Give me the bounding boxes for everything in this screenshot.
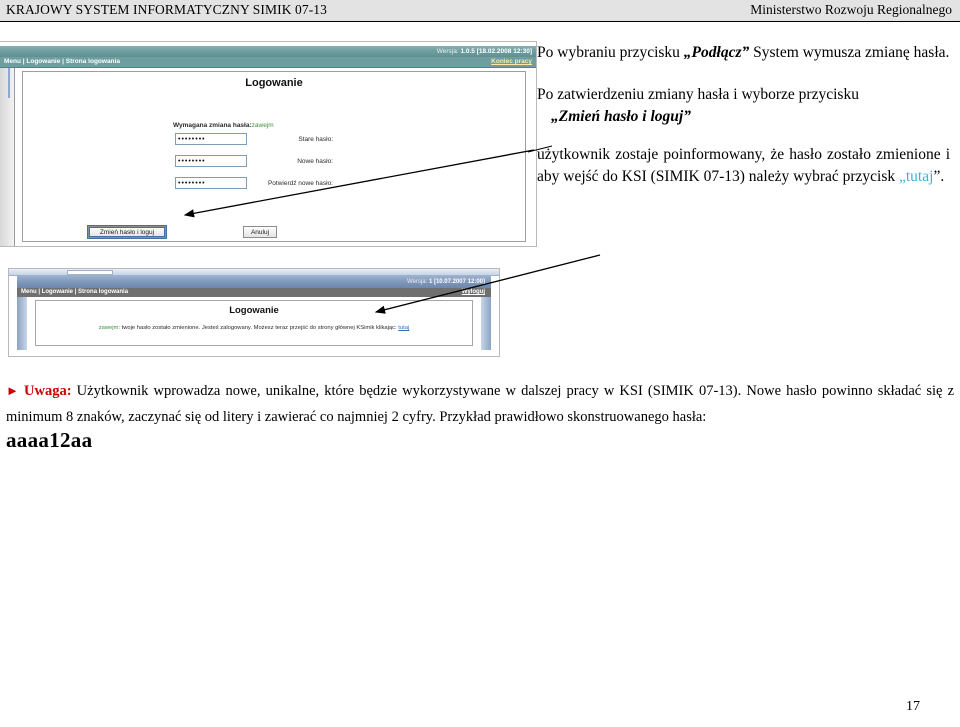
uwaga-note: ► Uwaga: Użytkownik wprowadza nowe, unik… [6,378,954,430]
required-change-note: Wymagana zmiana hasła:zawejm [173,122,274,129]
paragraph-user-informed-post: ”. [933,168,945,185]
shot2-version-label: Wersja: [407,279,428,285]
screenshot-login-confirmation: Wersja: 1 [10.07.2007 12:00] Menu | Logo… [8,268,500,357]
message-username: zawejm [98,325,119,331]
form-row-old-password: Stare hasło: •••••••• [23,133,525,147]
page-number: 17 [906,699,920,714]
document-running-header: KRAJOWY SYSTEM INFORMATYCZNY SIMIK 07-13… [0,0,960,22]
shot1-version-value: 1.0.5 [18.02.2008 12:30] [460,48,532,55]
shot1-version-bar: Wersja: 1.0.5 [18.02.2008 12:30] [0,46,536,57]
shot2-right-scrollbar[interactable] [481,297,491,350]
paragraph-tutaj-link[interactable]: „tutaj [899,168,933,185]
form-row-new-password: Nowe hasło: •••••••• [23,155,525,169]
paragraph-after-confirm: Po zatwierdzeniu zmiany hasła i wyborze … [537,86,859,103]
shot2-version-value: 1 [10.07.2007 12:00] [428,279,485,285]
uwaga-label: Uwaga: [24,383,72,399]
shot1-logout-link[interactable]: Koniec pracy [491,57,532,67]
change-password-and-login-button[interactable]: Zmień hasło i loguj [87,225,167,239]
shot1-content-panel: Logowanie Wymagana zmiana hasła:zawejm S… [22,71,526,242]
shot1-version-text: Wersja: 1.0.5 [18.02.2008 12:30] [437,46,532,57]
shot2-title-bar: Wersja: 1 [10.07.2007 12:00] [17,276,491,288]
shot2-breadcrumb[interactable]: Menu | Logowanie | Strona logowania [21,288,128,297]
shot1-sidebar [0,68,15,246]
new-password-label: Nowe hasło: [297,158,333,165]
shot1-version-label: Wersja: [436,48,459,55]
body-text-column: Po wybraniu przycisku „Podłącz” System w… [537,42,950,188]
screenshot-password-change: Wersja: 1.0.5 [18.02.2008 12:30] Menu | … [0,41,537,247]
confirm-password-input[interactable]: •••••••• [175,177,247,189]
header-ministry-name: Ministerstwo Rozwoju Regionalnego [750,2,952,17]
paragraph-podlacz-emphasis: „Podłącz” [683,44,750,61]
confirm-password-label: Potwierdź nowe hasło: [267,180,333,187]
paragraph-spacer-2 [537,128,950,144]
required-change-user: zawejm [251,122,274,129]
shot1-nav-bar: Menu | Logowanie | Strona logowania Koni… [0,57,536,68]
old-password-input[interactable]: •••••••• [175,133,247,145]
paragraph-user-informed: użytkownik zostaje poinformowany, że has… [537,144,950,188]
message-here-link[interactable]: tutaj [398,325,409,331]
shot1-page-title: Logowanie [245,77,303,89]
paragraph-spacer-1 [537,64,950,84]
paragraph-user-informed-pre: użytkownik zostaje poinformowany, że has… [537,146,950,185]
cancel-button[interactable]: Anuluj [243,226,277,238]
paragraph-zmien-haslo-emphasis: „Zmień hasło i loguj” [551,108,691,125]
required-change-note-label: Wymagana zmiana hasła: [173,122,252,129]
uwaga-text: Użytkownik wprowadza nowe, unikalne, któ… [6,383,955,425]
shot2-version-text: Wersja: 1 [10.07.2007 12:00] [407,276,485,288]
shot2-browser-tab[interactable] [67,270,113,275]
paragraph-podlacz-pre: Po wybraniu przycisku [537,44,684,61]
form-row-confirm-password: Potwierdź nowe hasło: •••••••• [23,177,525,191]
shot1-sidebar-accent [8,68,10,98]
old-password-label: Stare hasło: [298,136,333,143]
password-changed-message: zawejm: twoje hasło zostało zmienione. J… [36,325,472,331]
triangle-bullet-icon: ► [6,383,19,398]
example-password: aaaa12aa [6,428,93,452]
paragraph-podlacz-post: System wymusza zmianę hasła. [749,44,950,61]
shot2-nav-bar: Menu | Logowanie | Strona logowania Wylo… [17,288,491,297]
shot1-breadcrumb[interactable]: Menu | Logowanie | Strona logowania [4,57,120,67]
header-system-name: KRAJOWY SYSTEM INFORMATYCZNY SIMIK 07-13 [6,2,328,17]
shot2-logout-link[interactable]: Wyloguj [462,288,485,297]
shot2-page-title: Logowanie [229,305,279,316]
shot2-content-panel: Logowanie zawejm: twoje hasło zostało zm… [35,300,473,346]
shot2-left-sidebar [17,297,27,350]
paragraph-podlacz: Po wybraniu przycisku „Podłącz” System w… [537,42,950,64]
shot2-window-bar [9,269,499,276]
new-password-input[interactable]: •••••••• [175,155,247,167]
message-body-text: : twoje hasło zostało zmienione. Jesteś … [118,325,397,331]
